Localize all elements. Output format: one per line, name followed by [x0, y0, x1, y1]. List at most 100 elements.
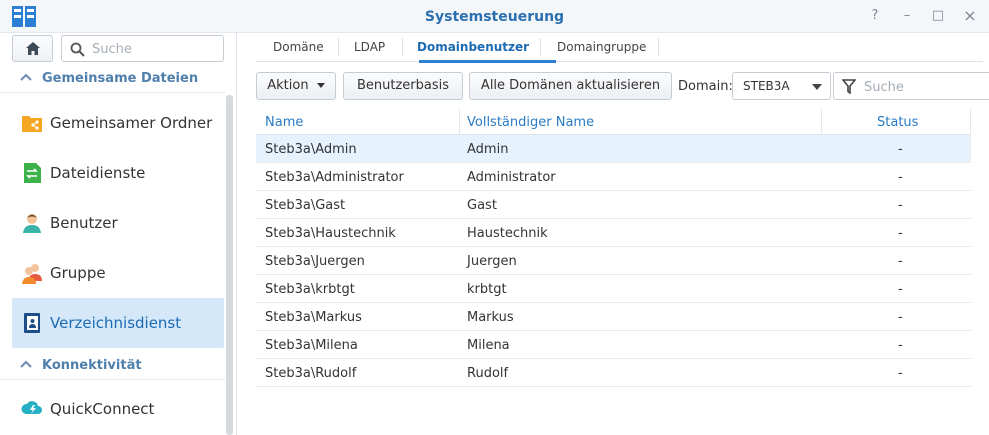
sidebar-scrollbar[interactable]	[226, 95, 233, 435]
tab-divider	[338, 38, 339, 56]
cell-name: Steb3a\Juergen	[265, 254, 365, 269]
chevron-down-icon	[316, 83, 325, 88]
user-base-button[interactable]: Benutzerbasis	[343, 72, 463, 100]
tab-divider	[540, 38, 541, 56]
cell-full-name: Rudolf	[467, 366, 509, 381]
table-row[interactable]: Steb3a\Gast Gast -	[256, 191, 971, 219]
sidebar-item-file-services[interactable]: Dateidienste	[12, 148, 224, 198]
search-icon	[70, 42, 85, 57]
table-row[interactable]: Steb3a\Markus Markus -	[256, 303, 971, 331]
sidebar-item-user[interactable]: Benutzer	[12, 198, 224, 248]
user-icon	[23, 214, 41, 233]
sidebar-item-label: Gruppe	[50, 264, 106, 282]
window-title: Systemsteuerung	[424, 9, 565, 25]
sidebar-search-input[interactable]: Suche	[61, 35, 224, 62]
sidebar-item-label: Verzeichnisdienst	[50, 314, 182, 332]
column-header-name[interactable]: Name	[265, 115, 303, 130]
filter-icon	[842, 79, 856, 94]
cell-status: -	[898, 226, 903, 241]
table-row[interactable]: Steb3a\Haustechnik Haustechnik -	[256, 219, 971, 247]
action-button-label: Aktion	[267, 78, 309, 93]
domain-select-value: STEB3A	[743, 79, 790, 93]
sidebar-item-quickconnect[interactable]: QuickConnect	[12, 384, 224, 434]
sidebar-search-placeholder: Suche	[92, 42, 132, 57]
quickconnect-icon	[21, 401, 42, 414]
cell-status: -	[898, 310, 903, 325]
main-panel: Domäne LDAP Domainbenutzer Domaingruppe …	[238, 33, 989, 435]
cell-status: -	[898, 142, 903, 157]
section-gemeinsame-dateien[interactable]: Gemeinsame Dateien	[0, 65, 225, 93]
tab-bar: Domäne LDAP Domainbenutzer Domaingruppe	[256, 33, 983, 63]
cell-name: Steb3a\Markus	[265, 310, 362, 325]
cell-full-name: Milena	[467, 338, 510, 353]
chevron-up-icon	[20, 73, 32, 81]
cell-name: Steb3a\Administrator	[265, 170, 404, 185]
table-row[interactable]: Steb3a\Admin Admin -	[256, 135, 971, 163]
chevron-up-icon	[20, 360, 32, 368]
cell-full-name: Admin	[467, 142, 509, 157]
tab-divider	[402, 38, 403, 56]
cell-name: Steb3a\krbtgt	[265, 282, 355, 297]
tab-domainbenutzer[interactable]: Domainbenutzer	[417, 40, 529, 54]
tab-divider	[658, 38, 659, 56]
table-row[interactable]: Steb3a\krbtgt krbtgt -	[256, 275, 971, 303]
maximize-icon[interactable]: □	[929, 7, 947, 25]
cell-name: Steb3a\Rudolf	[265, 366, 357, 381]
cell-name: Steb3a\Gast	[265, 198, 346, 213]
home-button[interactable]	[12, 35, 53, 62]
column-divider[interactable]	[821, 109, 822, 135]
cell-status: -	[898, 282, 903, 297]
column-header-full-name[interactable]: Vollständiger Name	[467, 115, 594, 130]
sidebar-item-directory-service[interactable]: Verzeichnisdienst	[12, 298, 224, 348]
sidebar-item-shared-folder[interactable]: Gemeinsamer Ordner	[12, 98, 224, 148]
chevron-down-icon	[812, 84, 822, 90]
sidebar-item-label: QuickConnect	[50, 400, 155, 418]
column-divider[interactable]	[459, 109, 460, 135]
domain-select[interactable]: STEB3A	[732, 72, 831, 100]
cell-name: Steb3a\Haustechnik	[265, 226, 396, 241]
table-row[interactable]: Steb3a\Milena Milena -	[256, 331, 971, 359]
active-tab-indicator	[419, 60, 556, 63]
tab-domaene[interactable]: Domäne	[273, 40, 324, 54]
shared-folder-icon	[22, 116, 42, 132]
tab-domaingruppe[interactable]: Domaingruppe	[557, 40, 646, 54]
title-bar: Systemsteuerung ? – □ ×	[0, 0, 989, 33]
table-body: Steb3a\Admin Admin - Steb3a\Administrator Ad…	[256, 135, 971, 387]
section-konnektivitaet[interactable]: Konnektivität	[0, 352, 225, 380]
cell-status: -	[898, 254, 903, 269]
cell-status: -	[898, 170, 903, 185]
help-icon[interactable]: ?	[866, 7, 884, 25]
table-row[interactable]: Steb3a\Administrator Administrator -	[256, 163, 971, 191]
cell-full-name: Gast	[467, 198, 497, 213]
sidebar: Suche Gemeinsame Dateien Gemeinsamer Ord…	[0, 33, 237, 435]
sidebar-item-label: Benutzer	[50, 214, 118, 232]
column-divider[interactable]	[970, 109, 971, 135]
home-icon	[26, 42, 40, 55]
table-row[interactable]: Steb3a\Rudolf Rudolf -	[256, 359, 971, 387]
cell-name: Steb3a\Milena	[265, 338, 358, 353]
group-icon	[22, 264, 42, 284]
cell-name: Steb3a\Admin	[265, 142, 357, 157]
minimize-icon[interactable]: –	[898, 7, 916, 25]
tab-ldap[interactable]: LDAP	[354, 40, 385, 54]
sidebar-item-group[interactable]: Gruppe	[12, 248, 224, 298]
section-label: Konnektivität	[42, 358, 142, 373]
cell-full-name: Juergen	[467, 254, 517, 269]
file-services-icon	[24, 163, 41, 183]
domain-label: Domain:	[678, 79, 733, 94]
domain-users-table: Name Vollständiger Name Status Steb3a\Ad…	[256, 109, 971, 387]
cell-full-name: Markus	[467, 310, 514, 325]
cell-full-name: Haustechnik	[467, 226, 548, 241]
filter-search-input[interactable]: Suche	[833, 72, 989, 100]
sidebar-item-label: Dateidienste	[50, 164, 146, 182]
action-button[interactable]: Aktion	[256, 72, 336, 100]
refresh-all-domains-button[interactable]: Alle Domänen aktualisieren	[469, 72, 672, 100]
table-header: Name Vollständiger Name Status	[256, 109, 971, 135]
cell-status: -	[898, 338, 903, 353]
cell-status: -	[898, 366, 903, 381]
section-label: Gemeinsame Dateien	[42, 71, 199, 86]
cell-full-name: krbtgt	[467, 282, 507, 297]
close-icon[interactable]: ×	[961, 7, 979, 25]
table-row[interactable]: Steb3a\Juergen Juergen -	[256, 247, 971, 275]
column-header-status[interactable]: Status	[877, 115, 918, 130]
